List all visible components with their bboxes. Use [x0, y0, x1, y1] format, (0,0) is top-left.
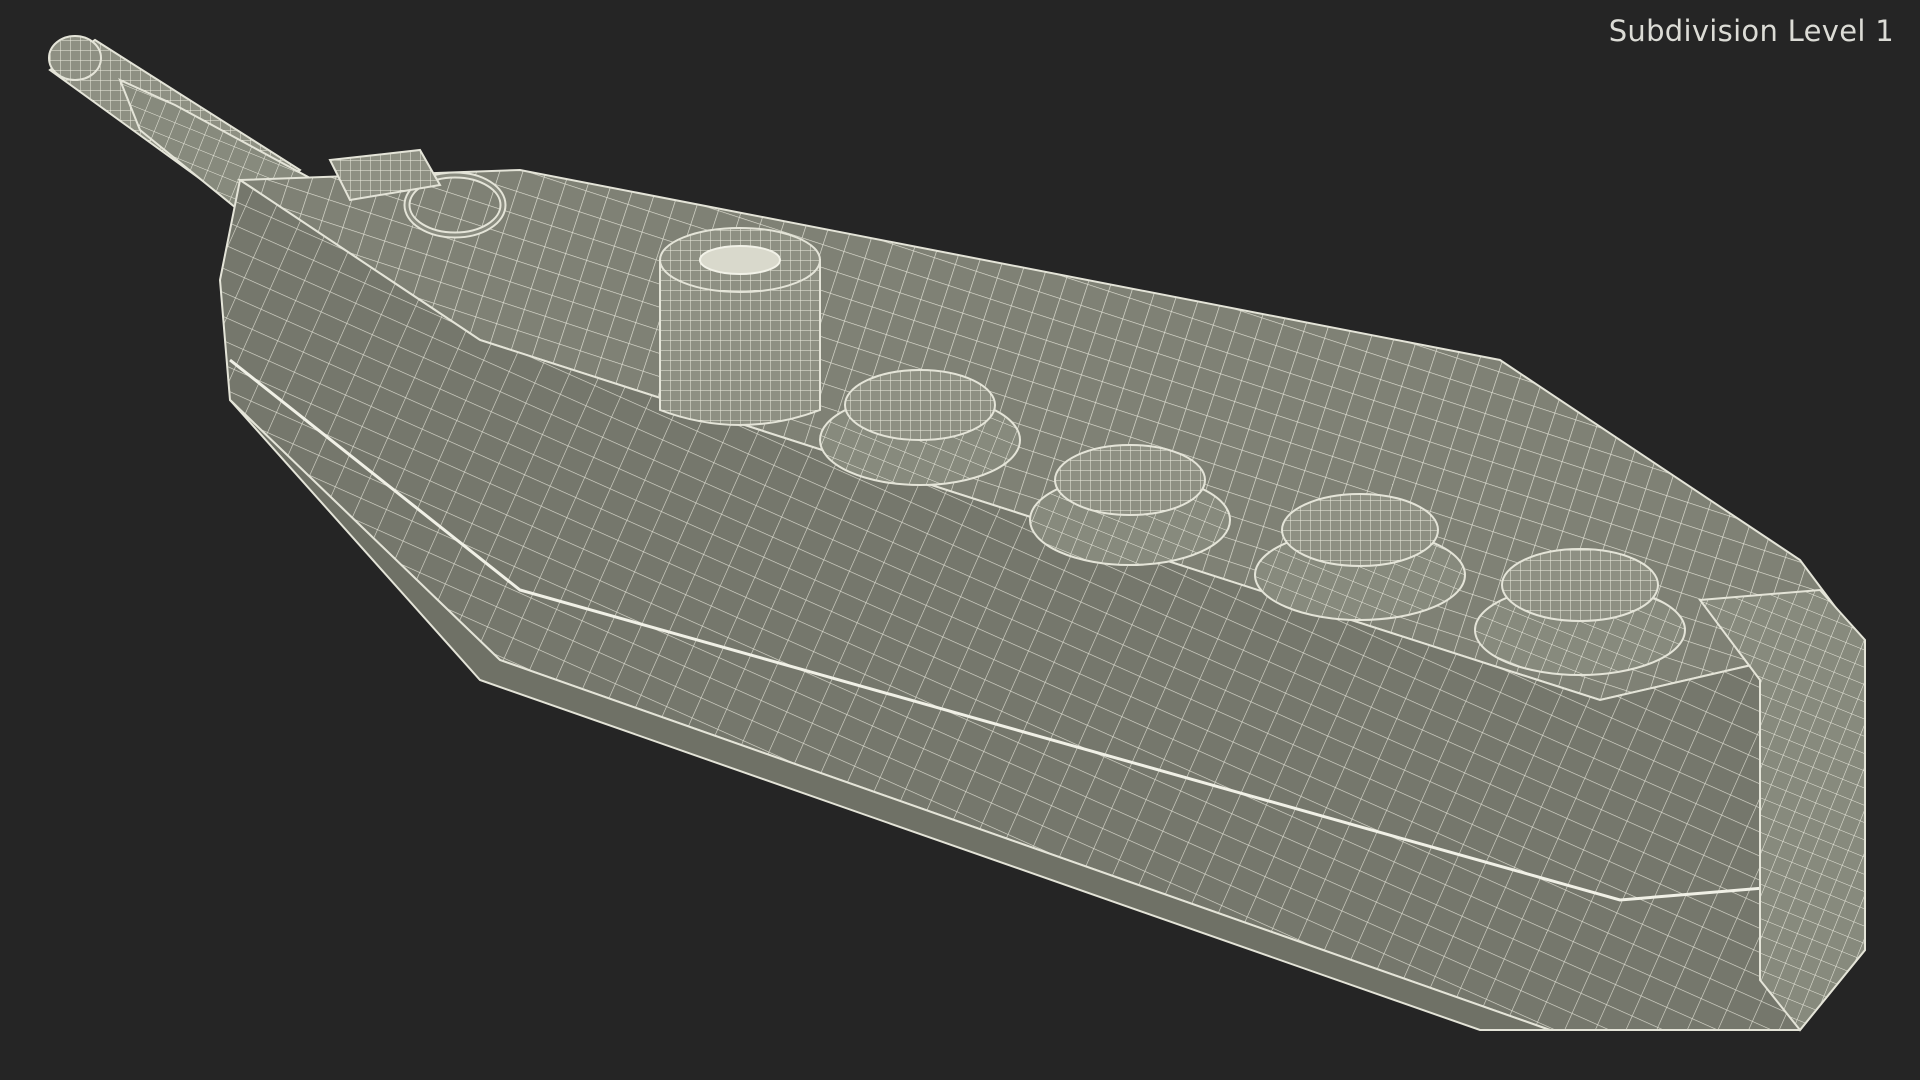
emergency-stop-button [659, 227, 821, 426]
wireframe-pendant-control-icon [48, 35, 1867, 1032]
render-viewport: Subdivision Level 1 [0, 0, 1920, 1080]
